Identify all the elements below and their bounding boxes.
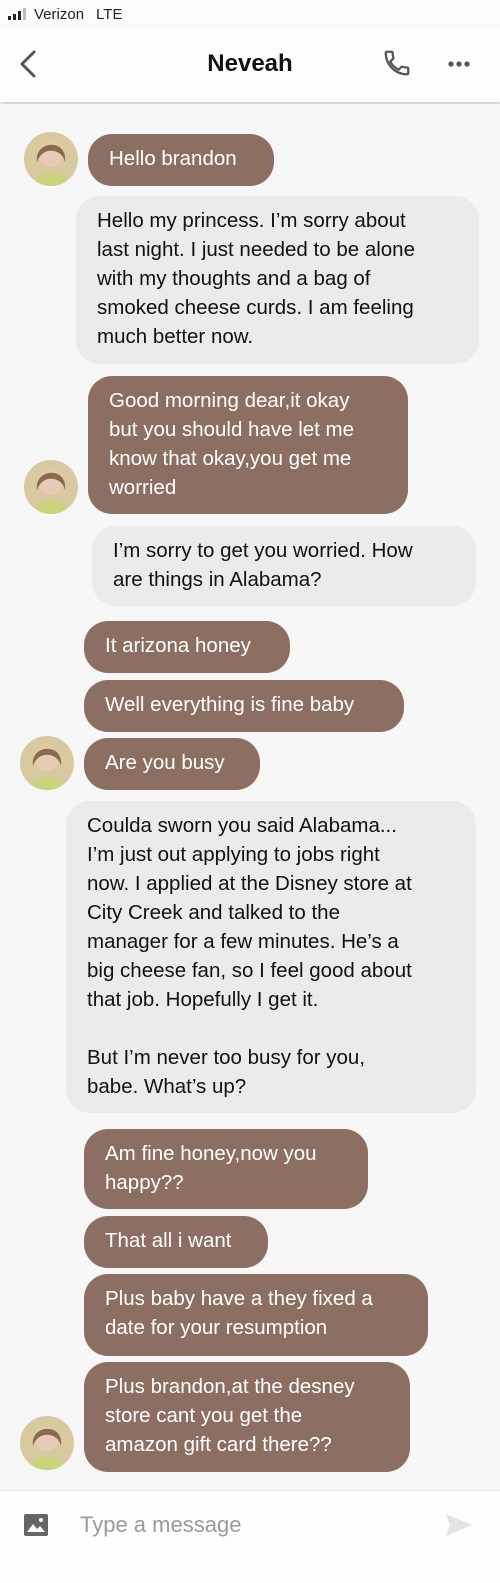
incoming-message[interactable]: It arizona honey <box>84 621 290 673</box>
profile-photo-icon <box>24 132 78 186</box>
send-icon <box>446 1514 472 1536</box>
conversation-header: Neveah <box>0 28 500 102</box>
incoming-message[interactable]: That all i want <box>84 1216 268 1268</box>
outgoing-message[interactable]: I’m sorry to get you worried. How are th… <box>92 526 476 606</box>
incoming-message[interactable]: Hello brandon <box>88 134 274 186</box>
send-button[interactable] <box>444 1511 474 1539</box>
incoming-message[interactable]: Plus brandon,at the desney store cant yo… <box>84 1362 410 1472</box>
more-options-button[interactable] <box>445 50 473 78</box>
incoming-message[interactable]: Plus baby have a they fixed a date for y… <box>84 1274 428 1356</box>
message-list[interactable]: Hello brandon Hello my princess. I’m sor… <box>0 104 500 1490</box>
avatar[interactable] <box>24 132 78 186</box>
profile-photo-icon <box>24 460 78 514</box>
attach-image-button[interactable] <box>22 1511 50 1539</box>
image-icon <box>24 1514 48 1536</box>
message-input[interactable] <box>80 1505 420 1545</box>
signal-strength-icon <box>8 8 26 20</box>
outgoing-message[interactable]: Hello my princess. I’m sorry about last … <box>76 196 479 364</box>
status-bar: Verizon LTE <box>0 0 500 28</box>
incoming-message[interactable]: Well everything is fine baby <box>84 680 404 732</box>
contact-name[interactable]: Neveah <box>0 50 500 78</box>
incoming-message[interactable]: Good morning dear,it okay but you should… <box>88 376 408 514</box>
carrier-name: Verizon <box>34 5 85 23</box>
avatar[interactable] <box>20 1416 74 1470</box>
incoming-message[interactable]: Are you busy <box>84 738 260 790</box>
more-horizontal-icon <box>448 61 470 67</box>
avatar[interactable] <box>24 460 78 514</box>
incoming-message[interactable]: Am fine honey,now you happy?? <box>84 1129 368 1209</box>
call-button[interactable] <box>382 48 412 78</box>
profile-photo-icon <box>20 736 74 790</box>
message-composer <box>0 1490 500 1583</box>
profile-photo-icon <box>20 1416 74 1470</box>
phone-icon <box>384 50 410 76</box>
network-type: LTE <box>96 5 123 23</box>
avatar[interactable] <box>20 736 74 790</box>
outgoing-message[interactable]: Coulda sworn you said Alabama... I’m jus… <box>66 801 476 1113</box>
